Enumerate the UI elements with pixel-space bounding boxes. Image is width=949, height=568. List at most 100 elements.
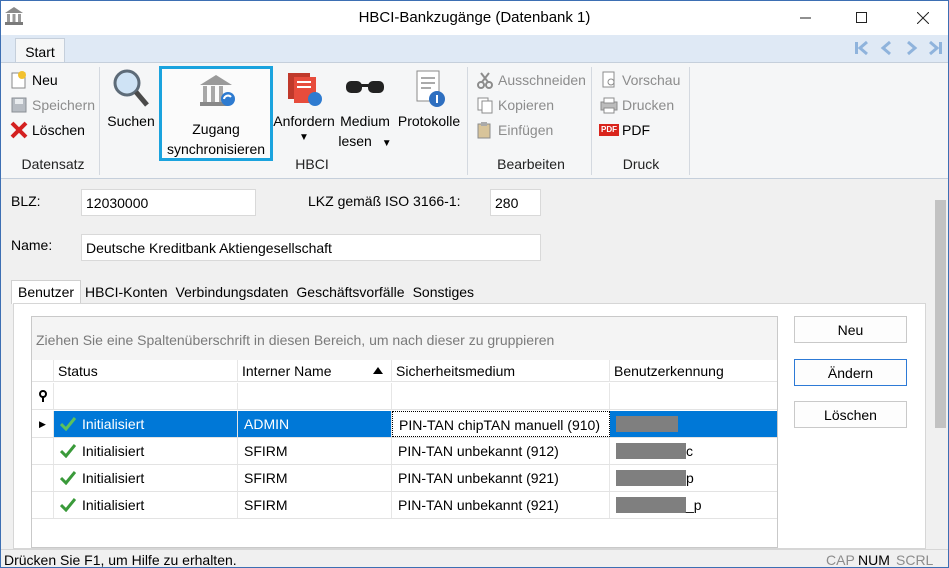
pdf-label: PDF <box>622 122 650 138</box>
interner-name-cell: SFIRM <box>238 465 392 491</box>
request-documents-icon <box>288 73 322 106</box>
kopieren-label: Kopieren <box>498 97 555 113</box>
status-bar: Drücken Sie F1, um Hilfe zu erhalten. CA… <box>1 549 948 568</box>
sicherheitsmedium-cell: PIN-TAN unbekannt (912) <box>392 438 610 464</box>
name-field[interactable]: Deutsche Kreditbank Aktiengesellschaft <box>81 234 541 261</box>
benutzerkennung-cell: c <box>610 438 777 464</box>
detail-form: BLZ: 12030000 LKZ gemäß ISO 3166-1: 280 … <box>1 180 933 549</box>
previous-record-button[interactable] <box>876 36 898 60</box>
benutzer-grid: Ziehen Sie eine Spaltenüberschrift in di… <box>31 316 778 548</box>
tab-verbindungsdaten[interactable]: Verbindungsdaten <box>172 280 293 304</box>
medium-label-line2: lesen <box>338 133 372 149</box>
blz-field[interactable]: 12030000 <box>81 189 256 216</box>
vorschau-button[interactable]: Vorschau <box>599 69 680 91</box>
neu-button[interactable]: Neu <box>9 69 58 91</box>
protokolle-label: Protokolle <box>397 113 461 129</box>
redacted-value <box>616 416 678 432</box>
last-record-button[interactable] <box>924 36 946 60</box>
anfordern-button[interactable]: Anfordern ▼ <box>271 67 337 143</box>
einfuegen-button[interactable]: Einfügen <box>475 119 553 141</box>
sicherheitsmedium-cell: PIN-TAN unbekannt (921) <box>392 492 610 518</box>
delete-icon <box>9 120 29 140</box>
checkmark-icon <box>60 444 76 458</box>
column-header-interner-name-label: Interner Name <box>242 363 332 379</box>
minimize-button[interactable] <box>783 1 829 35</box>
ausschneiden-button[interactable]: Ausschneiden <box>475 69 586 91</box>
status-cell: Initialisiert <box>54 492 238 518</box>
pdf-button[interactable]: PDF PDF <box>599 119 650 141</box>
maximize-icon <box>856 12 867 23</box>
filter-cell-sicherheitsmedium[interactable] <box>392 383 610 409</box>
neu-button-user[interactable]: Neu <box>794 316 907 343</box>
kopieren-button[interactable]: Kopieren <box>475 94 554 116</box>
status-cell: Initialisiert <box>54 411 238 437</box>
sort-ascending-icon <box>373 367 383 374</box>
column-header-benutzerkennung[interactable]: Benutzerkennung <box>610 360 777 382</box>
column-header-sicherheitsmedium[interactable]: Sicherheitsmedium <box>392 360 610 382</box>
suchen-button[interactable]: Suchen <box>105 67 157 131</box>
filter-cell-status[interactable] <box>54 383 238 409</box>
first-record-button[interactable] <box>852 36 874 60</box>
close-button[interactable] <box>900 1 946 35</box>
loeschen-ribbon-button[interactable]: Löschen <box>9 119 85 141</box>
kennung-suffix: p <box>686 470 694 486</box>
group-by-area[interactable]: Ziehen Sie eine Spaltenüberschrift in di… <box>32 317 777 360</box>
vorschau-label: Vorschau <box>622 72 681 88</box>
tab-sonstiges[interactable]: Sonstiges <box>409 280 478 304</box>
lkz-field[interactable]: 280 <box>490 189 541 216</box>
minimize-icon <box>800 17 811 19</box>
row-indicator <box>32 438 54 464</box>
status-cell: Initialisiert <box>54 465 238 491</box>
row-indicator <box>32 492 54 518</box>
group-label-druck: Druck <box>622 156 660 172</box>
ribbon-tab-start[interactable]: Start <box>15 38 65 64</box>
printer-icon <box>599 95 619 115</box>
vertical-scrollbar[interactable] <box>933 180 948 549</box>
dropdown-arrow-icon: ▼ <box>299 132 309 143</box>
status-text: Initialisiert <box>82 416 145 432</box>
row-indicator <box>32 465 54 491</box>
sicherheitsmedium-cell: PIN-TAN chipTAN manuell (910) <box>392 411 610 437</box>
ribbon-tab-strip: Start <box>1 35 948 64</box>
table-row[interactable]: Initialisiert SFIRM PIN-TAN unbekannt (9… <box>32 438 777 465</box>
drucken-button[interactable]: Drucken <box>599 94 674 116</box>
maximize-button[interactable] <box>839 1 885 35</box>
group-separator <box>467 67 468 175</box>
header-selector <box>32 360 54 382</box>
speichern-label: Speichern <box>32 97 96 113</box>
aendern-button[interactable]: Ändern <box>794 359 907 386</box>
kennung-suffix: c <box>686 443 693 459</box>
table-row[interactable]: Initialisiert SFIRM PIN-TAN unbekannt (9… <box>32 465 777 492</box>
redacted-value <box>616 443 686 459</box>
table-row[interactable]: ▶ Initialisiert ADMIN PIN-TAN chipTAN ma… <box>32 411 777 438</box>
grid-header: Status Interner Name Sicherheitsmedium B… <box>32 360 777 382</box>
tab-benutzer[interactable]: Benutzer <box>11 280 82 304</box>
benutzerkennung-cell <box>610 411 777 437</box>
ribbon: Neu Speichern Löschen Datensatz Suchen Z… <box>1 62 948 179</box>
tab-geschaeftsvorfaelle[interactable]: Geschäftsvorfälle <box>292 280 408 304</box>
row-indicator-icon: ▶ <box>32 411 54 437</box>
drucken-label: Drucken <box>622 97 675 113</box>
next-record-button[interactable] <box>900 36 922 60</box>
filter-icon <box>32 383 54 409</box>
table-row[interactable]: Initialisiert SFIRM PIN-TAN unbekannt (9… <box>32 492 777 519</box>
zugang-synchronisieren-button[interactable]: Zugang synchronisieren <box>159 66 273 161</box>
filter-cell-benutzerkennung[interactable] <box>610 383 777 409</box>
group-label-datensatz: Datensatz <box>21 156 85 172</box>
speichern-button[interactable]: Speichern <box>9 94 95 116</box>
column-header-interner-name[interactable]: Interner Name <box>238 360 392 382</box>
magnifier-icon <box>113 69 149 107</box>
column-header-status[interactable]: Status <box>54 360 238 382</box>
medium-lesen-button[interactable]: Medium lesen ▼ <box>337 67 393 154</box>
checkmark-icon <box>60 471 76 485</box>
scissors-icon <box>475 70 495 90</box>
loeschen-button-user[interactable]: Löschen <box>794 401 907 428</box>
protokolle-button[interactable]: Protokolle <box>395 67 463 131</box>
scrollbar-thumb[interactable] <box>935 200 946 428</box>
record-navigation <box>852 36 946 60</box>
tab-hbci-konten[interactable]: HBCI-Konten <box>81 280 171 304</box>
save-icon <box>9 95 29 115</box>
filter-cell-interner-name[interactable] <box>238 383 392 409</box>
status-text: Drücken Sie F1, um Hilfe zu erhalten. <box>4 552 237 568</box>
lkz-label: LKZ gemäß ISO 3166-1: <box>308 193 461 209</box>
